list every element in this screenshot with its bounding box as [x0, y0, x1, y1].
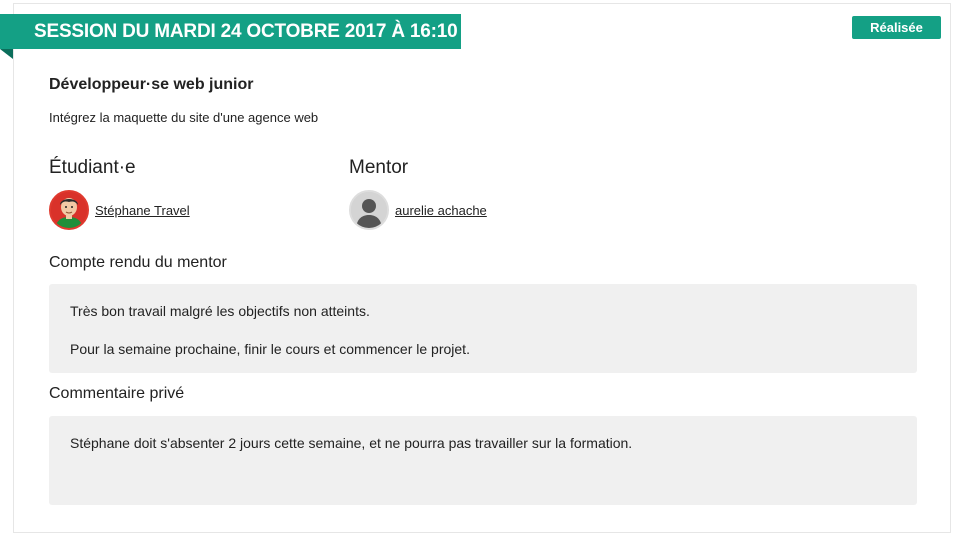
student-avatar-icon [51, 192, 87, 228]
session-title-ribbon: SESSION DU MARDI 24 OCTOBRE 2017 À 16:10 [0, 14, 461, 49]
mentor-name-link[interactable]: aurelie achache [395, 203, 487, 218]
report-paragraph: Pour la semaine prochaine, finir le cour… [70, 341, 470, 357]
session-title: SESSION DU MARDI 24 OCTOBRE 2017 À 16:10 [34, 20, 458, 42]
report-paragraph: Très bon travail malgré les objectifs no… [70, 303, 370, 319]
status-badge-label: Réalisée [870, 20, 923, 35]
private-comment-text: Stéphane doit s'absenter 2 jours cette s… [70, 435, 633, 451]
default-user-icon [351, 192, 387, 228]
private-comment-title: Commentaire privé [49, 385, 185, 402]
ribbon-fold [0, 49, 13, 59]
course-title: Développeur·se web junior [49, 76, 254, 93]
student-profile: Stéphane Travel [49, 190, 190, 230]
private-comment-box: Stéphane doit s'absenter 2 jours cette s… [49, 416, 917, 505]
project-name: Intégrez la maquette du site d'une agenc… [49, 110, 319, 125]
report-title: Compte rendu du mentor [49, 254, 227, 271]
mentor-heading: Mentor [349, 157, 409, 178]
report-box: Très bon travail malgré les objectifs no… [49, 284, 917, 373]
mentor-profile: aurelie achache [349, 190, 487, 230]
student-name-link[interactable]: Stéphane Travel [95, 203, 190, 218]
student-avatar[interactable] [49, 190, 89, 230]
mentor-avatar[interactable] [349, 190, 389, 230]
student-heading: Étudiant·e [49, 157, 136, 178]
status-badge: Réalisée [852, 16, 941, 39]
